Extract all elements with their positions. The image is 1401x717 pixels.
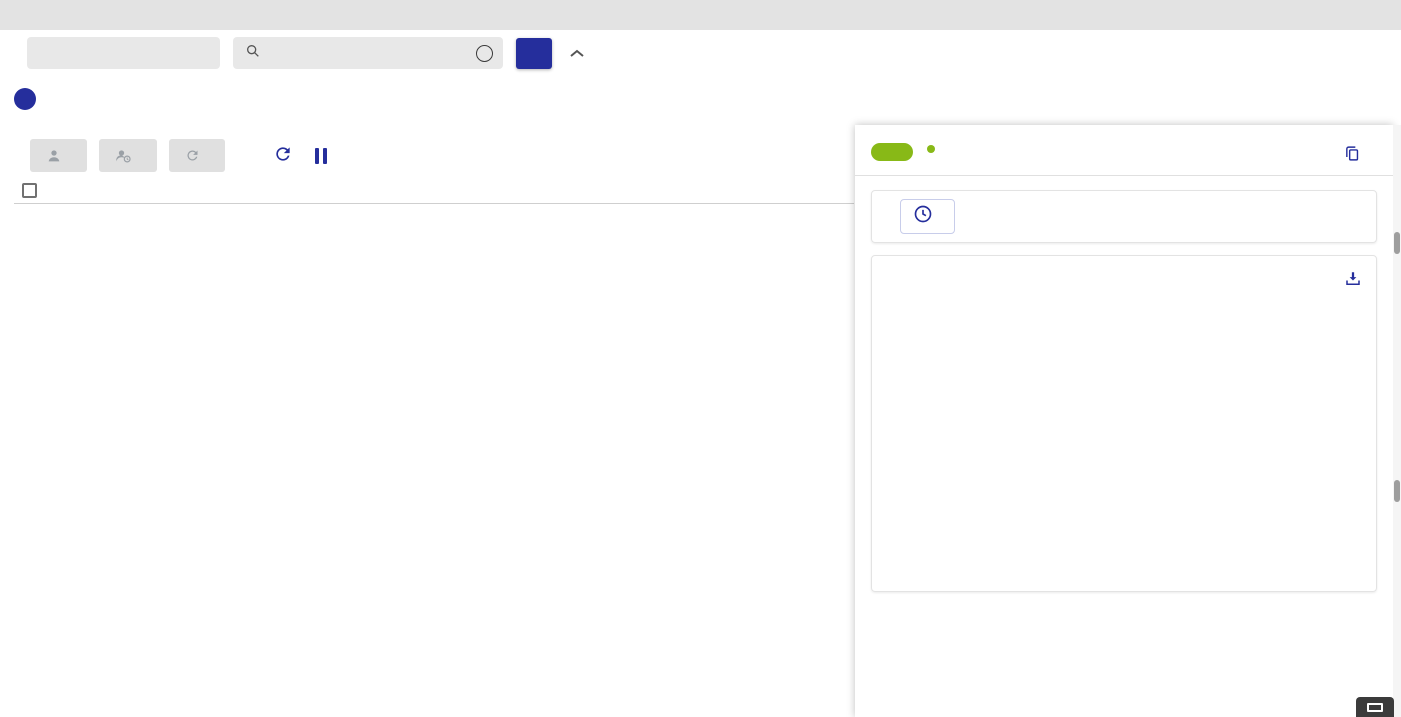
panel-scrollbar[interactable] xyxy=(1393,125,1401,717)
copy-link-button[interactable] xyxy=(1344,145,1361,165)
clear-filters-button[interactable] xyxy=(64,98,76,100)
panel-header xyxy=(855,125,1393,175)
graph-card xyxy=(871,255,1377,592)
recheck-icon xyxy=(185,148,200,163)
refresh-button[interactable] xyxy=(273,144,293,167)
panel-status-badge xyxy=(871,143,913,161)
filter-row-main xyxy=(14,37,589,69)
person-clock-icon xyxy=(115,148,132,164)
table-header-row xyxy=(14,178,854,204)
period-card xyxy=(871,190,1377,243)
search-box[interactable] xyxy=(233,37,503,69)
breadcrumb xyxy=(0,0,1401,30)
acknowledge-button[interactable] xyxy=(30,139,87,172)
pause-icon xyxy=(315,148,327,164)
pause-autorefresh-button[interactable] xyxy=(305,148,327,164)
copy-icon xyxy=(1344,145,1361,165)
saved-filter-select[interactable] xyxy=(27,37,220,69)
refresh-icon xyxy=(273,144,293,167)
filter-row-criteria xyxy=(14,80,76,118)
search-icon xyxy=(245,43,261,64)
resource-detail-panel xyxy=(855,125,1393,717)
search-button[interactable] xyxy=(516,38,552,69)
add-criteria-button[interactable] xyxy=(14,88,36,110)
collapse-filters-button[interactable] xyxy=(565,42,589,65)
resource-actions-toolbar xyxy=(30,139,327,172)
picture-in-picture-icon[interactable] xyxy=(1356,697,1394,717)
scrollbar-thumb[interactable] xyxy=(1394,480,1400,502)
select-all-checkbox[interactable] xyxy=(22,183,37,198)
panel-tabs xyxy=(855,175,1393,176)
date-range-picker[interactable] xyxy=(900,199,955,234)
host-status-dot xyxy=(927,145,935,153)
resources-table xyxy=(14,178,854,204)
help-icon[interactable] xyxy=(476,45,493,62)
person-icon xyxy=(46,148,62,164)
scrollbar-thumb[interactable] xyxy=(1394,232,1400,254)
load-chart xyxy=(874,310,1374,562)
search-input[interactable] xyxy=(271,45,466,62)
download-icon xyxy=(1344,270,1362,291)
download-button[interactable] xyxy=(1344,270,1362,291)
clock-icon xyxy=(913,204,933,229)
check-button[interactable] xyxy=(169,139,225,172)
chevron-up-icon xyxy=(569,46,585,61)
downtime-button[interactable] xyxy=(99,139,157,172)
